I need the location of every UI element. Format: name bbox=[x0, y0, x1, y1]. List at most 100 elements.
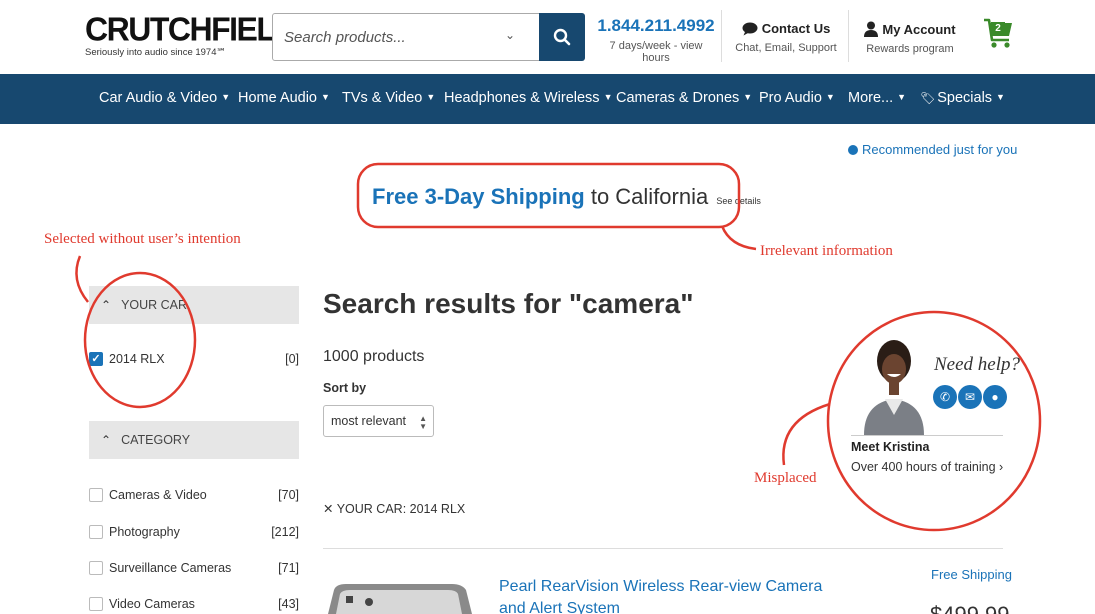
sort-select[interactable]: most relevant ▲ ▼ bbox=[323, 405, 434, 437]
caret-down-icon: ▼ bbox=[221, 92, 231, 102]
nav-home-audio[interactable]: Home Audio ▼ bbox=[238, 90, 330, 106]
phone-block[interactable]: 1.844.211.4992 7 days/week - view hours bbox=[597, 16, 715, 64]
facet-title: CATEGORY bbox=[121, 433, 191, 447]
meet-agent-name: Meet Kristina bbox=[851, 440, 930, 454]
checkbox[interactable] bbox=[89, 561, 103, 575]
facet-item-count: [0] bbox=[285, 352, 299, 366]
facet-your-car-header[interactable]: ⌃ YOUR CAR bbox=[89, 286, 299, 324]
checkbox-checked[interactable]: ✓ bbox=[89, 352, 103, 366]
cart-count-badge: 2 bbox=[991, 22, 1005, 36]
tag-icon: 🏷 bbox=[920, 91, 936, 105]
facet-item-count: [43] bbox=[278, 597, 299, 611]
product-image[interactable] bbox=[324, 578, 474, 614]
select-arrows-icon: ▲ ▼ bbox=[419, 414, 427, 431]
nav-label: More... bbox=[848, 90, 894, 106]
chevron-up-icon: ⌃ bbox=[101, 433, 112, 447]
facet-item-count: [70] bbox=[278, 488, 299, 502]
results-divider bbox=[323, 548, 1003, 549]
email-icon[interactable]: ✉ bbox=[958, 385, 982, 409]
facet-item-cameras-video[interactable]: Cameras & Video [70] bbox=[89, 487, 299, 507]
free-shipping-label: Free Shipping bbox=[931, 567, 1012, 582]
annotation-pointer-help bbox=[782, 402, 831, 466]
logo-wordmark: CRUTCHFIELD bbox=[85, 10, 298, 48]
header-divider bbox=[848, 10, 849, 62]
product-title-link[interactable]: Pearl RearVision Wireless Rear-view Came… bbox=[499, 576, 839, 614]
facet-item-label[interactable]: Photography bbox=[109, 525, 180, 539]
logo-tagline: Seriously into audio since 1974℠ bbox=[85, 47, 227, 58]
need-help-heading: Need help? bbox=[934, 354, 1021, 375]
phone-hours[interactable]: 7 days/week - view hours bbox=[597, 40, 715, 64]
nav-label: Home Audio bbox=[238, 90, 317, 106]
search-input[interactable] bbox=[273, 14, 513, 60]
facet-item-count: [71] bbox=[278, 561, 299, 575]
facet-title: YOUR CAR bbox=[121, 298, 188, 312]
facet-item-label[interactable]: Surveillance Cameras bbox=[109, 561, 231, 575]
checkbox[interactable] bbox=[89, 488, 103, 502]
facet-item-photography[interactable]: Photography [212] bbox=[89, 524, 299, 544]
contact-us-label: Contact Us bbox=[761, 21, 831, 36]
nav-car-audio-video[interactable]: Car Audio & Video ▼ bbox=[99, 90, 230, 106]
search-icon bbox=[553, 28, 571, 46]
recommended-label: Recommended just for you bbox=[862, 142, 1018, 157]
search-bar: ⌄ bbox=[272, 13, 585, 61]
my-account-block[interactable]: My Account Rewards program bbox=[858, 21, 962, 55]
nav-headphones-wireless[interactable]: Headphones & Wireless ▼ bbox=[444, 90, 612, 106]
site-header: CRUTCHFIELD Seriously into audio since 1… bbox=[0, 0, 1095, 74]
chevron-down-icon[interactable]: ⌄ bbox=[505, 28, 515, 42]
results-count: 1000 products bbox=[323, 348, 425, 365]
search-button[interactable] bbox=[539, 13, 585, 61]
facet-item-label[interactable]: 2014 RLX bbox=[109, 352, 165, 366]
active-filter-your-car[interactable]: ✕ YOUR CAR: 2014 RLX bbox=[323, 501, 465, 516]
agent-photo bbox=[858, 333, 930, 435]
chat-icon[interactable]: ● bbox=[983, 385, 1007, 409]
sort-by-label: Sort by bbox=[323, 381, 367, 395]
phone-number[interactable]: 1.844.211.4992 bbox=[597, 16, 715, 36]
caret-down-icon: ▼ bbox=[996, 92, 1005, 102]
caret-down-icon: ▼ bbox=[321, 92, 330, 102]
annotation-pointer-shipping bbox=[720, 225, 757, 251]
checkbox[interactable] bbox=[89, 525, 103, 539]
agent-training-link[interactable]: Over 400 hours of training › bbox=[851, 460, 1003, 474]
nav-label: Car Audio & Video bbox=[99, 90, 218, 106]
annotation-selected-without-intention: Selected without user’s intention bbox=[44, 231, 241, 247]
caret-down-icon: ▼ bbox=[743, 92, 753, 102]
caret-down-icon: ▼ bbox=[603, 92, 613, 102]
contact-us-sub: Chat, Email, Support bbox=[735, 42, 837, 54]
shipping-banner: Free 3-Day Shipping to California See de… bbox=[372, 184, 761, 210]
nav-label: Headphones & Wireless bbox=[444, 90, 600, 106]
caret-down-icon: ▼ bbox=[426, 92, 436, 102]
crutchfield-logo[interactable]: CRUTCHFIELD Seriously into audio since 1… bbox=[85, 10, 298, 58]
facet-item-label[interactable]: Cameras & Video bbox=[109, 488, 207, 502]
search-results-title: Search results for "camera" bbox=[323, 288, 694, 319]
nav-pro-audio[interactable]: Pro Audio ▼ bbox=[759, 90, 835, 106]
my-account-sub: Rewards program bbox=[866, 43, 954, 55]
facet-item-video-cameras[interactable]: Video Cameras [43] bbox=[89, 596, 299, 614]
annotation-pointer-your-car bbox=[75, 255, 89, 303]
chevron-up-icon: ⌃ bbox=[101, 298, 112, 312]
shipping-destination: to California bbox=[584, 184, 715, 209]
sort-selected-value: most relevant bbox=[331, 414, 407, 428]
nav-more[interactable]: More... ▼ bbox=[848, 90, 906, 106]
annotation-irrelevant-information: Irrelevant information bbox=[760, 243, 893, 259]
nav-cameras-drones[interactable]: Cameras & Drones ▼ bbox=[616, 90, 752, 106]
facet-item-count: [212] bbox=[271, 525, 299, 539]
nav-tvs-video[interactable]: TVs & Video ▼ bbox=[342, 90, 435, 106]
recommended-link[interactable]: Recommended just for you bbox=[848, 142, 1017, 157]
facet-item-label[interactable]: Video Cameras bbox=[109, 597, 195, 611]
recommended-dot-icon bbox=[848, 144, 858, 155]
phone-icon[interactable]: ✆ bbox=[933, 385, 957, 409]
nav-specials[interactable]: 🏷 Specials ▼ bbox=[920, 90, 1005, 106]
help-divider bbox=[851, 435, 1003, 436]
caret-down-icon: ▼ bbox=[825, 92, 835, 102]
facet-item-surveillance-cameras[interactable]: Surveillance Cameras [71] bbox=[89, 560, 299, 580]
checkbox[interactable] bbox=[89, 597, 103, 611]
contact-us-block[interactable]: Contact Us Chat, Email, Support bbox=[735, 21, 837, 54]
cart-button[interactable]: 2 bbox=[982, 16, 1014, 52]
product-price: $499.99 bbox=[930, 602, 1010, 614]
facet-category-header[interactable]: ⌃ CATEGORY bbox=[89, 421, 299, 459]
see-details-link[interactable]: See details bbox=[716, 196, 761, 206]
header-divider bbox=[721, 10, 722, 62]
annotation-misplaced: Misplaced bbox=[754, 470, 817, 486]
nav-label: Pro Audio bbox=[759, 90, 822, 106]
facet-item-2014-rlx[interactable]: ✓ 2014 RLX [0] bbox=[89, 351, 299, 371]
